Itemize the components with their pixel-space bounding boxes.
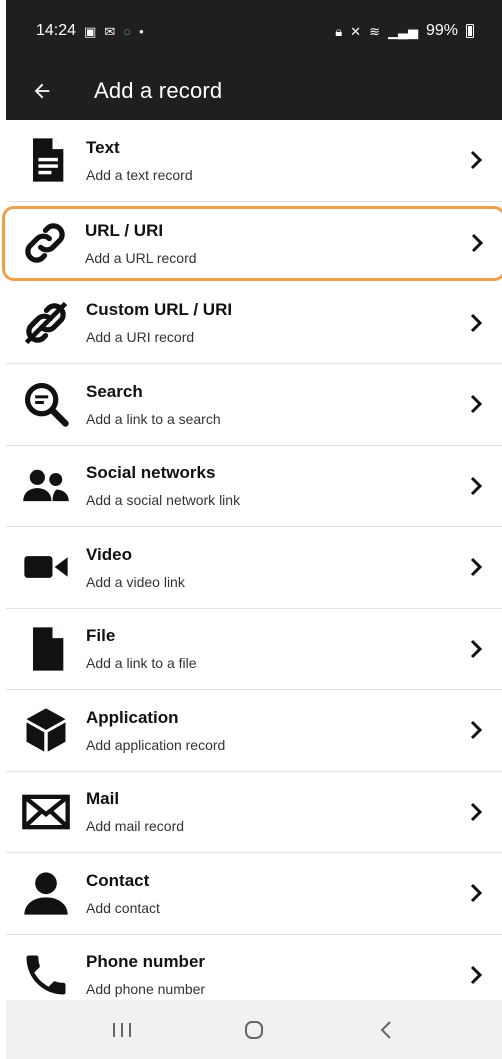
home-icon: [245, 1020, 263, 1039]
person-icon: [6, 863, 86, 923]
record-subtitle: Add a URI record: [86, 329, 195, 346]
chevron-right-icon: [456, 557, 496, 577]
record-title: Custom URL / URI: [86, 300, 233, 320]
record-title: Contact: [86, 870, 150, 890]
record-subtitle: Add a link to a file: [86, 655, 197, 672]
chevron-right-icon: [456, 965, 496, 985]
circle-icon: ○: [123, 23, 132, 39]
system-nav-bar: [6, 1000, 502, 1059]
back-button[interactable]: [12, 62, 72, 120]
record-item-file[interactable]: File Add a link to a file: [6, 608, 502, 690]
link-icon: [5, 213, 85, 273]
record-subtitle: Add a video link: [86, 573, 185, 590]
signal-icon: ▁▃▅: [387, 23, 418, 39]
record-title: Video: [86, 544, 132, 564]
home-button[interactable]: [224, 1010, 284, 1050]
recents-icon: [113, 1022, 131, 1037]
chevron-right-icon: [456, 639, 496, 659]
record-item-text[interactable]: Text Add a text record: [6, 120, 502, 202]
status-right: 🔒︎ ✕ ≋ ▁▃▅ 99%: [335, 22, 474, 40]
battery-text: 99%: [425, 22, 458, 39]
record-subtitle: Add a link to a search: [86, 410, 221, 427]
record-subtitle: Add contact: [86, 899, 160, 916]
arrow-left-icon: [34, 83, 50, 99]
record-item-application[interactable]: Application Add application record: [6, 690, 502, 772]
record-item-contact[interactable]: Contact Add contact: [6, 853, 502, 935]
app-bar: Add a record: [6, 62, 502, 120]
chevron-right-icon: [456, 476, 496, 496]
record-item-url[interactable]: URL / URI Add a URL record: [2, 205, 502, 281]
mute-icon: ✕: [350, 23, 362, 39]
record-subtitle: Add phone number: [86, 981, 206, 998]
record-item-social[interactable]: Social networks Add a social network lin…: [6, 445, 502, 527]
video-camera-icon: [6, 537, 86, 597]
record-title: Application: [86, 707, 179, 727]
record-title: File: [86, 626, 116, 646]
record-item-video[interactable]: Video Add a video link: [6, 527, 502, 609]
document-lines-icon: [6, 130, 86, 190]
record-item-mail[interactable]: Mail Add mail record: [6, 771, 502, 853]
record-type-list: Text Add a text record URL / URI Add a U…: [2, 120, 502, 1016]
record-subtitle: Add mail record: [86, 818, 185, 835]
status-bar: 14:24 ▣ ✉ ○ • 🔒︎ ✕ ≋ ▁▃▅ 99%: [6, 0, 502, 62]
record-title: Search: [86, 381, 143, 401]
record-title: Social networks: [86, 463, 216, 483]
record-title: Phone number: [86, 952, 206, 972]
people-icon: [6, 456, 86, 516]
record-title: URL / URI: [85, 220, 164, 240]
chevron-right-icon: [456, 720, 496, 740]
chevron-right-icon: [457, 233, 497, 253]
chevron-right-icon: [456, 883, 496, 903]
page-title: Add a record: [94, 78, 223, 103]
record-item-search[interactable]: Search Add a link to a search: [6, 364, 502, 446]
cube-icon: [6, 700, 86, 760]
phone-icon: [6, 945, 86, 1005]
status-time: 14:24: [36, 22, 77, 39]
record-subtitle: Add a URL record: [85, 249, 197, 266]
recents-button[interactable]: [92, 1010, 152, 1050]
record-subtitle: Add application record: [86, 736, 226, 753]
wifi-icon: ≋: [369, 23, 380, 39]
record-title: Text: [86, 137, 120, 157]
battery-icon: [466, 24, 474, 38]
chevron-right-icon: [456, 802, 496, 822]
record-item-custom-url[interactable]: Custom URL / URI Add a URI record: [6, 282, 502, 364]
broken-link-icon: [6, 293, 86, 353]
image-icon: ▣: [84, 23, 97, 39]
chevron-right-icon: [456, 150, 496, 170]
lock-icon: 🔒︎: [335, 23, 343, 39]
status-left: 14:24 ▣ ✉ ○ •: [36, 22, 144, 40]
chevron-right-icon: [456, 394, 496, 414]
record-subtitle: Add a text record: [86, 166, 193, 183]
chat-icon: ✉: [104, 23, 116, 39]
system-back-button[interactable]: [356, 1010, 416, 1050]
record-title: Mail: [86, 789, 120, 809]
envelope-icon: [6, 782, 86, 842]
record-subtitle: Add a social network link: [86, 492, 241, 509]
search-icon: [6, 374, 86, 434]
file-icon: [6, 619, 86, 679]
chevron-right-icon: [456, 313, 496, 333]
dot-icon: •: [139, 23, 144, 39]
back-chevron-icon: [380, 1020, 391, 1039]
